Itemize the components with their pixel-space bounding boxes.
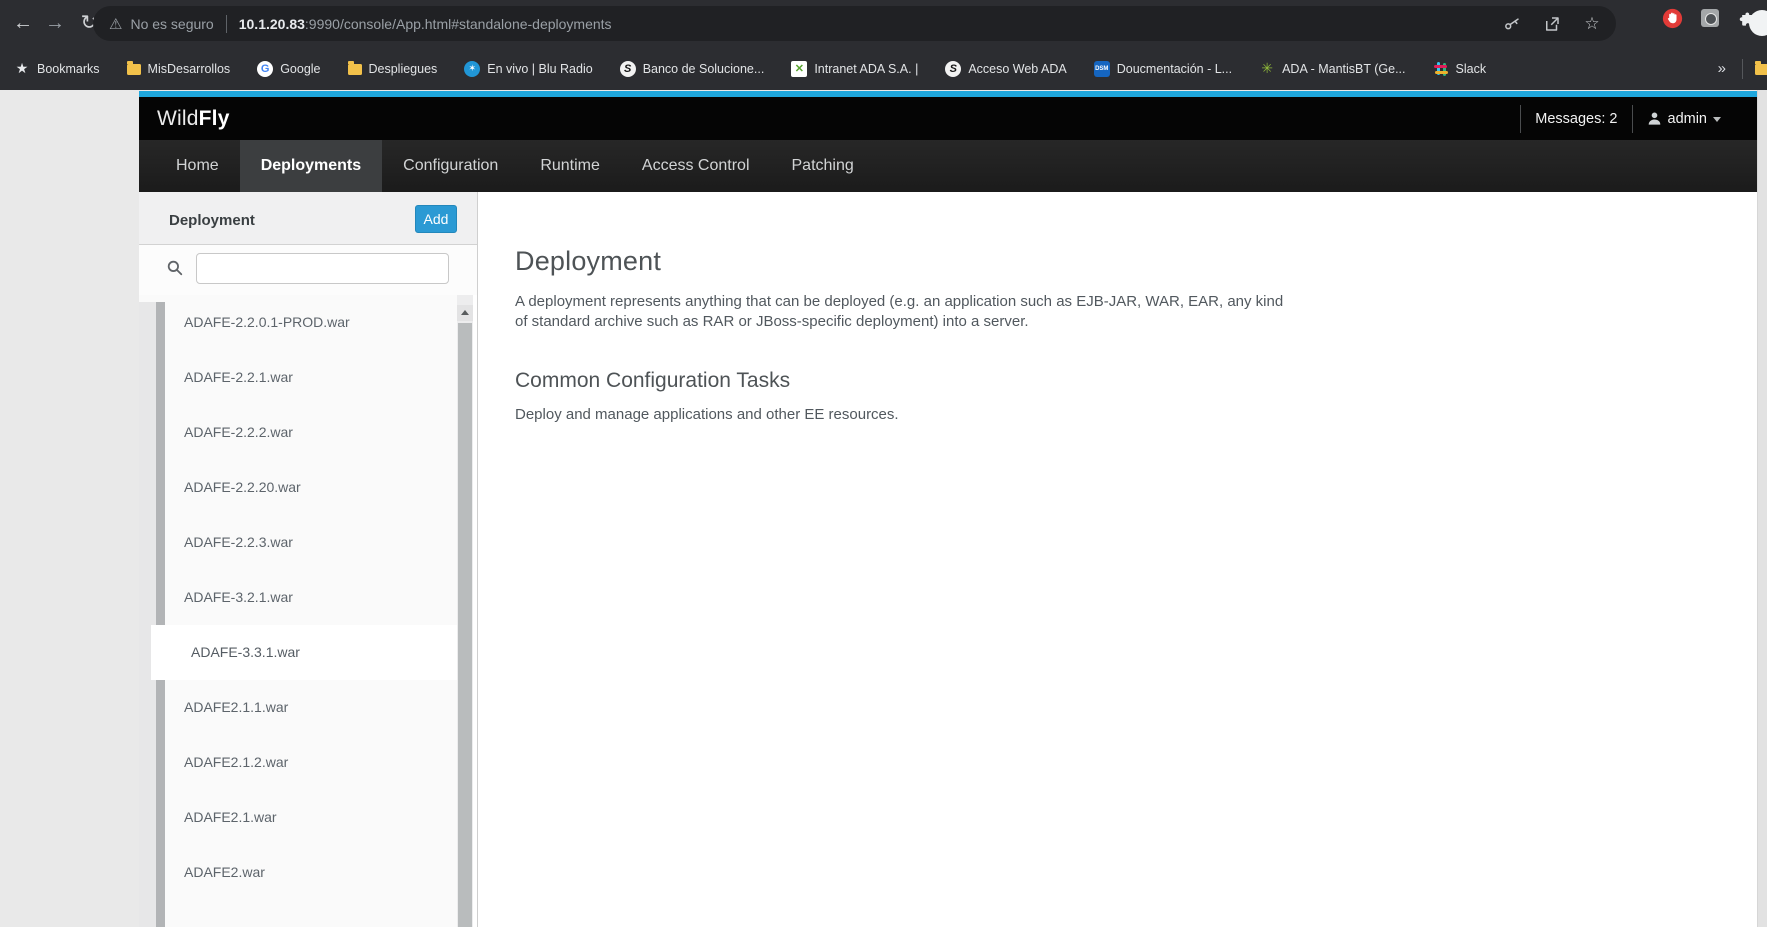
page-background: WildFly Messages: 2 admin Home Deployment… [0,90,1767,927]
bookmarks-bar: Bookmarks MisDesarrollos Google Desplieg… [0,47,1767,90]
wildfly-console: WildFly Messages: 2 admin Home Deployment… [139,90,1757,927]
user-name: admin [1667,110,1708,127]
warning-icon[interactable]: ⚠ [109,15,122,33]
intranet-icon [791,60,808,77]
bookmark-star-icon[interactable]: ☆ [1582,14,1602,34]
wildfly-logo: WildFly [157,106,230,130]
bookmark-banco-de-soluciones[interactable]: Banco de Solucione... [619,60,764,77]
content-panel: Deployment A deployment represents anyth… [477,192,1757,927]
tab-runtime[interactable]: Runtime [519,140,621,192]
forward-icon[interactable]: → [40,8,70,38]
security-label[interactable]: No es seguro [130,16,213,32]
deployment-item-selected[interactable]: ADAFE-3.3.1.war [151,625,457,680]
deployment-item[interactable]: ADAFE-2.2.2.war [139,405,457,460]
section-title: Common Configuration Tasks [515,369,791,392]
url-path: :9990/console/App.html#standalone-deploy… [304,15,612,32]
back-icon[interactable]: ← [8,8,38,38]
deployment-item[interactable]: ADAFE-2.2.0.1-PROD.war [139,295,457,350]
tab-deployments[interactable]: Deployments [239,140,383,192]
share-icon[interactable] [1542,14,1562,34]
deployment-item[interactable]: ADAFE-2.2.20.war [139,460,457,515]
bookmark-acceso-web-ada[interactable]: Acceso Web ADA [945,60,1067,77]
bookmarks-overflow-icon[interactable]: » [1714,60,1730,77]
page-title: Deployment [515,246,662,276]
add-button[interactable]: Add [415,205,457,233]
bluradio-icon [464,60,481,77]
scroll-up-icon[interactable] [457,305,473,321]
profile-avatar[interactable] [1749,10,1767,36]
bookmark-slack[interactable]: Slack [1433,61,1486,77]
browser-toolbar: ← → ↻ ⚠ No es seguro 10.1.20.83:9990/con… [0,0,1767,47]
extension-clock-icon[interactable] [1699,7,1721,29]
tab-patching[interactable]: Patching [771,140,875,192]
deployment-item[interactable]: ADAFE-3.2.1.war [139,570,457,625]
bookmark-mantisbt[interactable]: ADA - MantisBT (Ge... [1259,61,1405,77]
header-separator [1520,104,1522,133]
deployment-item[interactable]: ADAFE2.1.war [139,790,457,845]
dsm-icon [1093,60,1110,77]
deployment-item[interactable]: ADAFE-2.2.1.war [139,350,457,405]
star-icon [14,61,30,77]
folder-icon [347,61,362,75]
browser-chrome: ← → ↻ ⚠ No es seguro 10.1.20.83:9990/con… [0,0,1767,90]
bookmark-despliegues[interactable]: Despliegues [347,61,437,76]
bookmark-blu-radio[interactable]: En vivo | Blu Radio [464,60,593,77]
address-divider [225,14,227,33]
tab-home[interactable]: Home [155,140,240,192]
deployment-item[interactable]: ADAFE2.1.2.war [139,735,457,790]
user-icon [1648,112,1660,125]
page-description: A deployment represents anything that ca… [515,293,1284,330]
column-header: Deployment Add [139,192,477,245]
slack-icon [1433,61,1449,77]
bookmark-google[interactable]: Google [257,60,321,77]
deployment-item[interactable]: ADAFE-2.2.3.war [139,515,457,570]
globe-icon [619,60,636,77]
bookmark-bookmarks[interactable]: Bookmarks [14,61,100,77]
list-scrollbar[interactable] [457,295,473,927]
column-title: Deployment [169,212,255,229]
deployment-column: Deployment Add ADAFE-2.2.0.1-PROD.war ADA… [139,192,477,927]
google-icon [257,60,274,77]
globe-icon [945,60,962,77]
console-header: WildFly Messages: 2 admin [139,97,1757,140]
bookmarks-separator [1742,58,1743,79]
console-body: Deployment Add ADAFE-2.2.0.1-PROD.war ADA… [139,192,1757,927]
mantis-icon [1259,61,1275,77]
header-separator [1631,104,1633,133]
url-host: 10.1.20.83 [238,15,305,32]
section-description: Deploy and manage applications and other… [515,406,899,423]
list-scrollbar-thumb[interactable] [458,323,472,927]
search-input[interactable] [196,253,449,284]
deployment-list: ADAFE-2.2.0.1-PROD.war ADAFE-2.2.1.war ADA… [139,295,457,927]
address-bar[interactable]: ⚠ No es seguro 10.1.20.83:9990/console/A… [93,6,1616,41]
password-key-icon[interactable] [1502,14,1522,34]
bookmark-misdesarrollos[interactable]: MisDesarrollos [126,61,230,76]
bookmark-documentacion[interactable]: Doucmentación - L... [1093,60,1232,77]
browser-scrollbar[interactable] [1757,90,1767,927]
search-row [139,245,477,295]
chevron-down-icon [1713,117,1721,122]
deployment-item[interactable]: ADAFE2.1.1.war [139,680,457,735]
bookmark-intranet-ada[interactable]: Intranet ADA S.A. | [791,60,918,77]
messages-badge[interactable]: Messages: 2 [1535,111,1617,127]
tab-access-control[interactable]: Access Control [621,140,771,192]
search-icon [167,260,183,276]
adblock-icon[interactable] [1661,7,1683,29]
other-bookmarks-folder-icon[interactable] [1755,61,1767,75]
url-text[interactable]: 10.1.20.83:9990/console/App.html#standal… [239,16,612,32]
user-menu[interactable]: admin [1647,110,1721,127]
tab-configuration[interactable]: Configuration [382,140,519,192]
folder-icon [126,61,141,75]
main-navigation: Home Deployments Configuration Runtime Acces… [139,140,1757,192]
deployment-item[interactable]: ADAFE2.war [139,845,457,900]
